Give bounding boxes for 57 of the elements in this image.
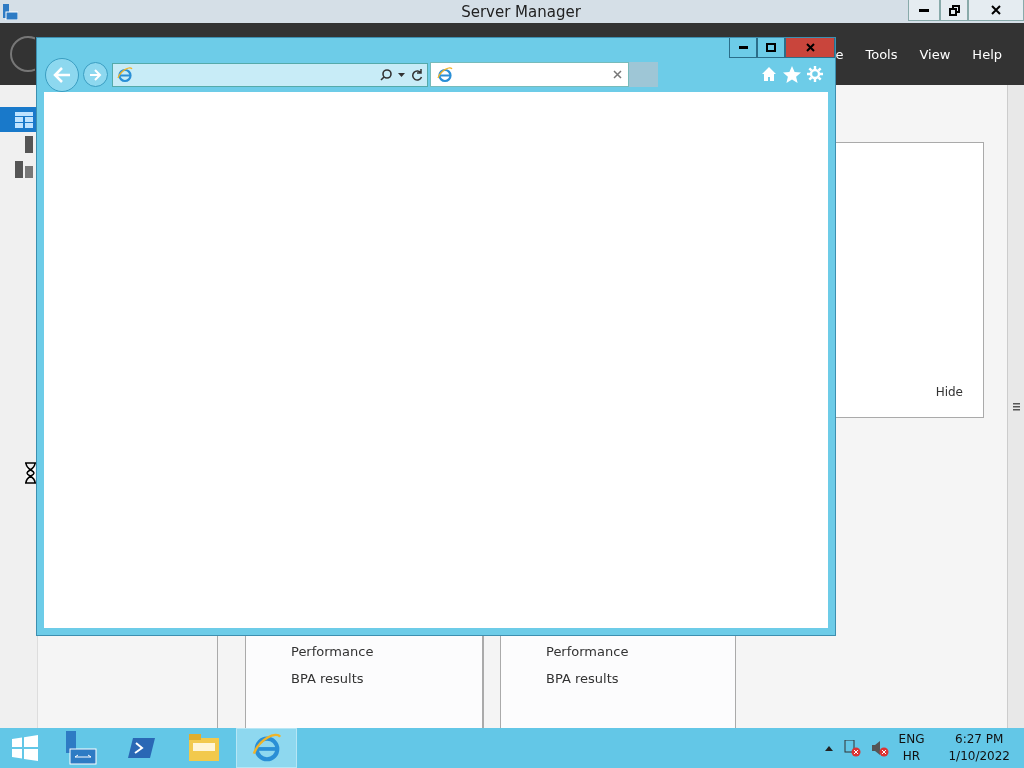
browser-icon — [251, 733, 282, 763]
window-title: Server Manager — [461, 2, 581, 21]
terminal-icon — [127, 736, 156, 760]
browser-icon — [437, 66, 453, 83]
tile-item[interactable]: Performance — [291, 644, 374, 659]
nav-item[interactable] — [0, 107, 37, 132]
arrow-right-icon — [89, 68, 102, 81]
caret-icon — [398, 72, 405, 77]
address-field[interactable] — [112, 62, 428, 87]
clock-time[interactable]: 6:27 PM — [955, 731, 1004, 748]
servers-icon — [15, 161, 33, 178]
server-manager-icon — [63, 731, 98, 765]
close-icon — [613, 70, 622, 79]
settings-icon — [807, 66, 823, 82]
speaker-muted-icon — [870, 739, 889, 757]
menu-item[interactable]: Tools — [865, 46, 898, 62]
minimize-icon — [738, 46, 748, 49]
restore-icon — [948, 4, 960, 16]
server-icon — [25, 136, 33, 153]
tile-item[interactable]: BPA results — [291, 671, 374, 686]
taskbar-app[interactable] — [236, 728, 297, 768]
back-button[interactable] — [45, 57, 79, 92]
browser-icon — [117, 66, 133, 83]
menu-item[interactable]: e — [835, 46, 844, 62]
browser-tab[interactable] — [430, 62, 629, 87]
menu-item[interactable]: Help — [972, 46, 1002, 62]
search-icon — [380, 68, 392, 81]
star-icon — [783, 66, 801, 83]
arrow-left-icon — [53, 66, 71, 83]
minimize-button[interactable] — [908, 0, 940, 21]
maximize-button[interactable] — [757, 38, 785, 58]
tile-item[interactable]: BPA results — [546, 671, 629, 686]
home-icon — [761, 66, 777, 82]
minimize-button[interactable] — [729, 38, 757, 58]
minimize-icon — [919, 8, 929, 12]
app-icon — [2, 3, 18, 20]
close-icon — [805, 43, 815, 52]
menu-item[interactable]: View — [919, 46, 951, 62]
clock-date[interactable]: 1/10/2022 — [948, 748, 1010, 765]
close-icon — [991, 5, 1001, 15]
maximize-icon — [766, 43, 776, 52]
forward-button[interactable] — [83, 62, 108, 87]
grip-icon — [1012, 402, 1020, 411]
caret-up-icon — [824, 745, 833, 751]
refresh-icon — [411, 68, 423, 81]
scrollbar[interactable] — [1007, 85, 1024, 728]
restore-button[interactable] — [940, 0, 968, 21]
keyboard-layout[interactable]: HR — [902, 748, 921, 765]
windows-icon — [12, 735, 38, 761]
dashboard-icon — [15, 111, 33, 128]
tile-item[interactable]: Performance — [546, 644, 629, 659]
language-indicator[interactable]: ENG — [898, 731, 925, 748]
close-button[interactable] — [968, 0, 1024, 21]
hourglass-cursor-icon — [24, 462, 37, 484]
hide-link[interactable]: Hide — [935, 385, 963, 399]
network-error-icon — [842, 739, 861, 757]
folder-icon — [188, 734, 220, 762]
